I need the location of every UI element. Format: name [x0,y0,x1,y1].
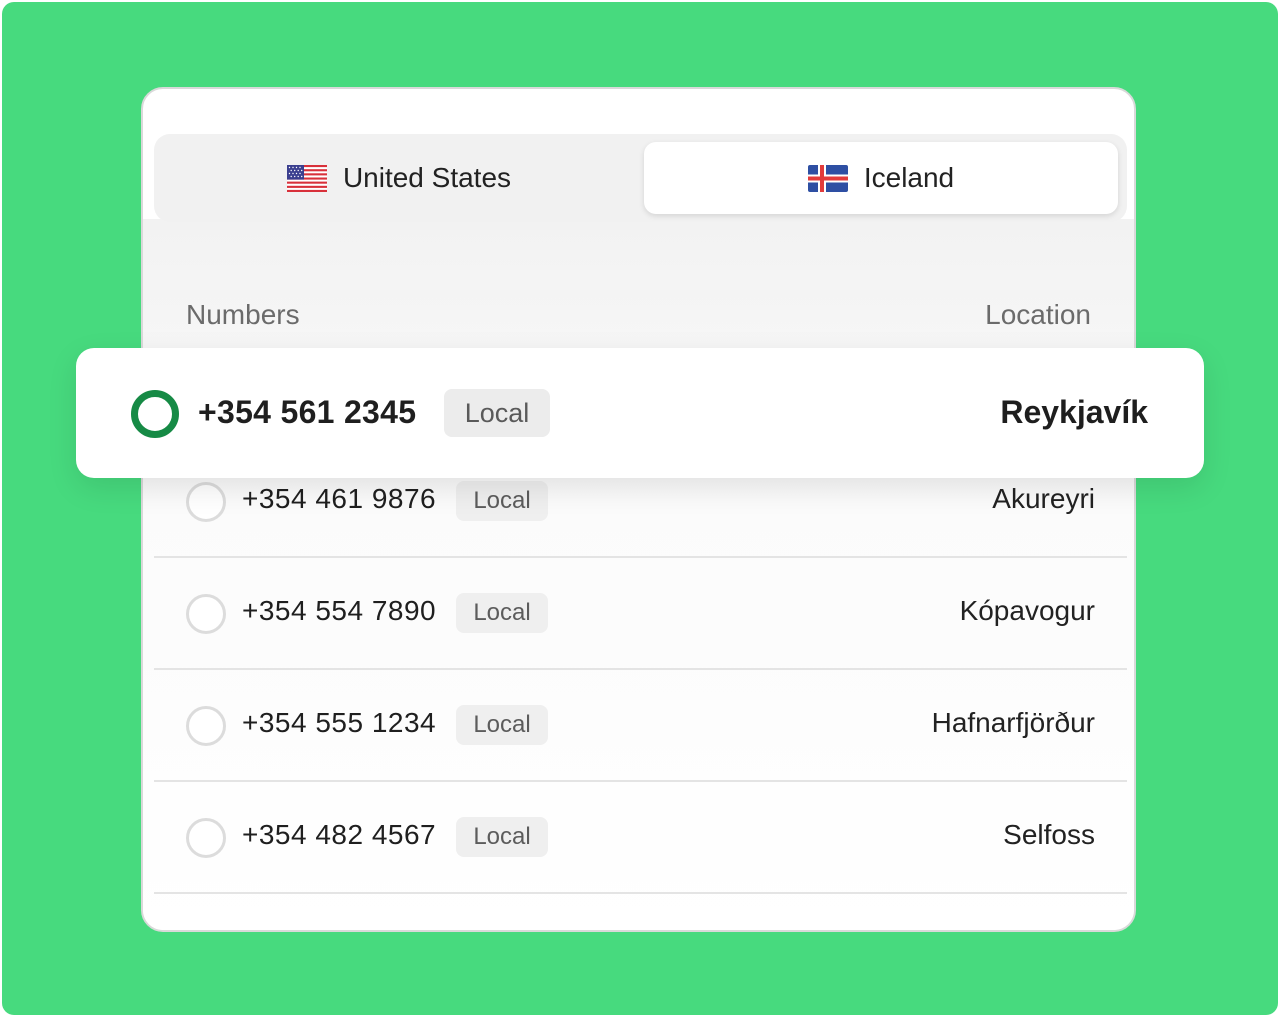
location-name: Hafnarfjörður [931,707,1095,738]
radio-button[interactable] [186,594,226,634]
location-name: Kópavogur [959,595,1095,626]
iceland-flag-icon [807,164,848,192]
selected-number-type-badge: Local [444,389,550,437]
tab-label-united-states: United States [342,162,512,193]
number-type-badge: Local [456,593,548,633]
radio-button[interactable] [186,706,226,746]
tab-label-iceland: Iceland [863,162,955,193]
table-row[interactable]: +354 554 7890 Local Kópavogur [154,559,1127,670]
column-headers: Numbers Location [143,299,1134,335]
phone-number: +354 482 4567 [242,819,437,850]
phone-number: +354 555 1234 [242,707,437,738]
location-name: Akureyri [992,483,1095,514]
table-row[interactable]: +354 482 4567 Local Selfoss [154,783,1127,894]
us-flag-icon [286,164,327,192]
number-type-badge: Local [456,481,548,521]
number-type-badge: Local [456,705,548,745]
radio-button[interactable] [186,818,226,858]
numbers-header: Numbers [186,299,300,330]
selected-radio-button[interactable] [131,390,179,438]
location-name: Selfoss [1003,819,1095,850]
table-row[interactable]: +354 555 1234 Local Hafnarfjörður [154,671,1127,782]
phone-number: +354 461 9876 [242,483,437,514]
number-picker-card: United States Iceland Numbers Location +… [141,87,1136,932]
location-header: Location [985,299,1091,330]
country-tabs: United States Iceland [154,134,1127,222]
phone-number: +354 554 7890 [242,595,437,626]
selected-phone-number: +354 561 2345 [198,394,417,430]
radio-button[interactable] [186,482,226,522]
selected-location-name: Reykjavík [1000,394,1148,430]
selected-number-row[interactable]: +354 561 2345 Local Reykjavík [76,348,1204,478]
tab-united-states[interactable]: United States [162,142,636,214]
tab-iceland[interactable]: Iceland [644,142,1118,214]
number-type-badge: Local [456,817,548,857]
